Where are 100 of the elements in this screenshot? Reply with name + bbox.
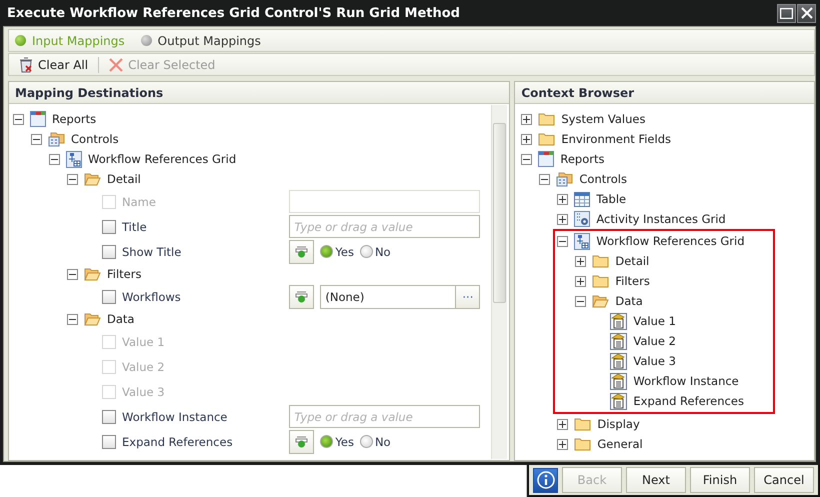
expand-toggle[interactable] — [557, 214, 568, 224]
scrollbar[interactable] — [491, 105, 508, 459]
tree-item[interactable]: Value 3 — [633, 354, 676, 368]
info-icon — [536, 471, 554, 489]
field-label: Value 1 — [122, 334, 165, 348]
radio-button[interactable] — [320, 435, 334, 448]
toggle-button[interactable] — [289, 430, 314, 454]
open-folder-icon — [84, 172, 101, 186]
tree-item[interactable]: Filters — [615, 274, 650, 288]
tree-item[interactable]: Display — [597, 417, 640, 431]
folder-icon — [592, 254, 610, 268]
expand-toggle[interactable] — [521, 134, 532, 144]
tree-item[interactable]: General — [597, 437, 643, 451]
maximize-icon — [780, 8, 793, 18]
collapse-toggle[interactable] — [557, 236, 568, 246]
tree-item[interactable]: Controls — [579, 172, 627, 186]
field-label: Workflows — [122, 290, 181, 304]
radio-label[interactable]: Yes — [335, 434, 354, 448]
expand-toggle[interactable] — [557, 194, 568, 204]
radio-button[interactable] — [320, 245, 334, 258]
footer-button[interactable]: Finish — [690, 467, 750, 493]
select-field[interactable]: (None) ··· — [320, 284, 480, 308]
expand-toggle[interactable] — [557, 438, 568, 450]
grid-diagram-icon — [66, 150, 82, 168]
field-label: Title — [122, 220, 147, 234]
tree-item[interactable]: Expand References — [633, 394, 744, 408]
collapse-toggle[interactable] — [67, 268, 78, 280]
tree-item[interactable]: Data — [107, 312, 134, 326]
expand-toggle[interactable] — [557, 418, 568, 430]
collapse-toggle[interactable] — [13, 114, 24, 124]
field-label: Workflow Instance — [122, 410, 228, 424]
radio-button[interactable] — [360, 435, 373, 448]
footer-button[interactable]: Cancel — [754, 467, 814, 493]
panel-title: Context Browser — [515, 82, 814, 104]
checkbox[interactable] — [102, 434, 116, 448]
device-icon — [295, 290, 308, 304]
expand-toggle[interactable] — [575, 276, 586, 286]
expand-toggle[interactable] — [575, 256, 586, 266]
radio-label[interactable]: No — [374, 244, 391, 258]
tree-item[interactable]: Environment Fields — [561, 132, 671, 146]
close-button[interactable] — [797, 4, 816, 22]
open-folder-icon — [592, 294, 610, 308]
checkbox[interactable] — [102, 290, 116, 304]
close-icon — [800, 7, 812, 19]
checkbox[interactable] — [102, 220, 116, 234]
value-input[interactable]: Type or drag a value — [289, 215, 480, 238]
field-label: Value 3 — [122, 384, 165, 398]
collapse-toggle[interactable] — [539, 174, 550, 184]
field-label: Expand References — [122, 434, 233, 448]
open-folder-icon — [84, 312, 101, 326]
tree-item[interactable]: Detail — [615, 254, 650, 268]
field-icon — [610, 352, 628, 370]
plus-icon — [577, 258, 584, 264]
maximize-button[interactable] — [777, 4, 796, 22]
radio-label[interactable]: Yes — [335, 244, 354, 258]
collapse-toggle[interactable] — [67, 314, 78, 324]
radio-button[interactable] — [360, 245, 373, 258]
folder-icon — [574, 417, 592, 431]
window-icon — [30, 111, 46, 127]
table-icon — [574, 192, 590, 206]
tree-item[interactable]: Workflow Instance — [633, 374, 739, 388]
toggle-button[interactable] — [289, 240, 314, 264]
toolbar-button[interactable]: Clear All — [15, 56, 92, 72]
collapse-toggle[interactable] — [67, 174, 78, 184]
tree-item[interactable]: Filters — [107, 267, 142, 281]
footer-button[interactable]: Next — [626, 467, 686, 493]
trash-icon — [19, 56, 33, 72]
tree-item[interactable]: Workflow References Grid — [596, 234, 745, 248]
tree-item[interactable]: Reports — [560, 152, 604, 166]
info-button[interactable] — [533, 468, 558, 492]
plus-icon — [559, 420, 566, 428]
toggle-button[interactable] — [289, 284, 314, 308]
field-icon — [610, 392, 628, 410]
tab[interactable]: Output Mappings — [140, 34, 261, 48]
tree-item[interactable]: System Values — [561, 112, 646, 126]
radio-label[interactable]: No — [374, 434, 391, 448]
tree-item[interactable]: Controls — [71, 132, 119, 146]
checkbox[interactable] — [102, 410, 116, 424]
checkbox[interactable] — [102, 244, 116, 258]
tree-item[interactable]: Data — [615, 294, 643, 308]
folder-icon — [592, 274, 610, 288]
collapse-toggle[interactable] — [521, 154, 532, 164]
tree-item[interactable]: Value 1 — [633, 314, 676, 328]
tree-item[interactable]: Activity Instances Grid — [596, 212, 726, 226]
tree-item[interactable]: Detail — [107, 172, 141, 186]
scrollbar-thumb[interactable] — [493, 123, 506, 303]
tree-item[interactable]: Workflow References Grid — [88, 152, 236, 166]
expand-toggle[interactable] — [521, 114, 532, 124]
collapse-toggle[interactable] — [31, 134, 42, 144]
folder-icon — [48, 131, 65, 147]
tree-item[interactable]: Value 2 — [633, 334, 676, 348]
plus-icon — [559, 216, 566, 222]
field-icon — [610, 312, 628, 330]
collapse-toggle[interactable] — [49, 154, 60, 164]
tree-item[interactable]: Table — [596, 192, 626, 206]
tree-item[interactable]: Reports — [52, 112, 96, 126]
collapse-toggle[interactable] — [575, 296, 586, 306]
window-icon — [538, 151, 554, 167]
value-input[interactable]: Type or drag a value — [289, 405, 480, 428]
browse-button[interactable]: ··· — [455, 286, 480, 308]
